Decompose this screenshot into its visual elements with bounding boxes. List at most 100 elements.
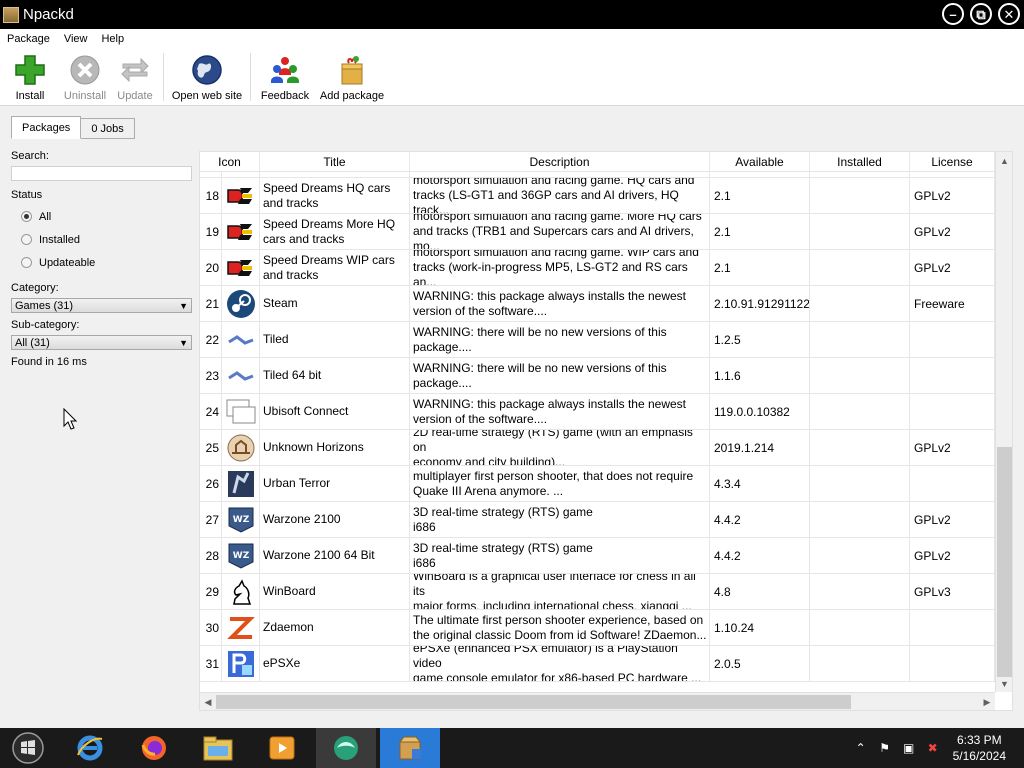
table-row[interactable]: 24 Ubisoft Connect WARNING: this package a…: [200, 394, 995, 430]
vertical-scrollbar[interactable]: ▲ ▼: [995, 152, 1012, 692]
installed-version: [810, 610, 910, 645]
clock[interactable]: 6:33 PM 5/16/2024: [953, 732, 1006, 764]
header-installed[interactable]: Installed: [810, 152, 910, 171]
table-row[interactable]: 18 Speed Dreams HQ cars and tracks motorsp…: [200, 178, 995, 214]
table-row[interactable]: 29 WinBoard WinBoard is a graphical user i…: [200, 574, 995, 610]
status-all-radio[interactable]: All: [11, 205, 192, 228]
table-row[interactable]: 26 Urban Terror multiplayer first person s…: [200, 466, 995, 502]
scroll-left-arrow-icon[interactable]: ◀: [200, 693, 216, 710]
license: [910, 358, 995, 393]
urban-terror-icon: [222, 466, 260, 501]
chevron-up-icon[interactable]: ⌃: [849, 741, 873, 755]
search-input[interactable]: [11, 166, 192, 181]
volume-muted-icon[interactable]: ✖: [921, 741, 945, 755]
warzone-icon: WZ: [222, 502, 260, 537]
scroll-down-arrow-icon[interactable]: ▼: [996, 675, 1012, 692]
file-explorer-icon[interactable]: [188, 728, 248, 768]
table-row[interactable]: 28 WZ Warzone 2100 64 Bit 3D real-time stra…: [200, 538, 995, 574]
radio-selected-icon: [21, 211, 32, 222]
installed-version: [810, 178, 910, 213]
package-icon: [335, 53, 369, 87]
header-available[interactable]: Available: [710, 152, 810, 171]
description-line-2: the original classic Doom from id Softwa…: [413, 627, 707, 642]
scroll-up-arrow-icon[interactable]: ▲: [996, 152, 1012, 169]
open-web-site-button[interactable]: Open web site: [167, 49, 247, 105]
media-player-icon[interactable]: [252, 728, 312, 768]
package-description: WARNING: there will be no new versions o…: [410, 322, 710, 357]
install-button[interactable]: Install: [0, 49, 60, 105]
table-row[interactable]: 27 WZ Warzone 2100 3D real-time strategy (R…: [200, 502, 995, 538]
scroll-right-arrow-icon[interactable]: ▶: [979, 693, 995, 710]
package-title: Zdaemon: [260, 610, 410, 645]
scroll-thumb[interactable]: [997, 447, 1012, 677]
unknown-horizons-icon: [222, 430, 260, 465]
update-button[interactable]: Update: [110, 49, 160, 105]
package-installer-icon[interactable]: [380, 728, 440, 768]
firefox-icon[interactable]: [124, 728, 184, 768]
table-row[interactable]: 20 Speed Dreams WIP cars and tracks motors…: [200, 250, 995, 286]
license: [910, 646, 995, 681]
network-icon[interactable]: ▣: [897, 741, 921, 755]
menu-package[interactable]: Package: [0, 33, 57, 45]
table-row[interactable]: 31 ePSXe ePSXe (enhanced PSX emulator) is …: [200, 646, 995, 682]
tab-jobs[interactable]: 0 Jobs: [81, 118, 135, 139]
available-version: 2.1: [710, 214, 810, 249]
tab-packages[interactable]: Packages: [11, 116, 82, 139]
table-row[interactable]: 19 Speed Dreams More HQ cars and tracks mo…: [200, 214, 995, 250]
category-value: Games (31): [15, 299, 74, 312]
row-number: 24: [200, 394, 222, 429]
minimize-button[interactable]: –: [942, 3, 964, 25]
description-line-2: version of the software....: [413, 303, 548, 318]
uninstall-button[interactable]: Uninstall: [60, 49, 110, 105]
available-version: 4.4.2: [710, 538, 810, 573]
menu-view[interactable]: View: [57, 33, 95, 45]
internet-explorer-icon[interactable]: [60, 728, 120, 768]
row-number: 21: [200, 286, 222, 321]
description-line-2: major forms, including international che…: [413, 599, 692, 609]
description-line-1: WinBoard is a graphical user interface f…: [413, 574, 696, 598]
header-description[interactable]: Description: [410, 152, 710, 171]
app-icon: [3, 6, 19, 23]
add-package-button[interactable]: Add package: [316, 49, 388, 105]
installed-version: [810, 250, 910, 285]
header-title[interactable]: Title: [260, 152, 410, 171]
hscroll-thumb[interactable]: [216, 695, 851, 709]
speed-dreams-icon: [222, 214, 260, 249]
start-button[interactable]: [0, 728, 56, 768]
table-row[interactable]: 21 Steam WARNING: this package always inst…: [200, 286, 995, 322]
installed-version: [810, 214, 910, 249]
header-license[interactable]: License: [910, 152, 995, 171]
feedback-button[interactable]: Feedback: [254, 49, 316, 105]
menu-help[interactable]: Help: [94, 33, 131, 45]
table-row[interactable]: 25 Unknown Horizons 2D real-time strategy …: [200, 430, 995, 466]
horizontal-scrollbar[interactable]: ◀ ▶: [200, 692, 995, 710]
row-number: 26: [200, 466, 222, 501]
row-number: 22: [200, 322, 222, 357]
description-line-1: WARNING: this package always installs th…: [413, 288, 686, 303]
radio-icon: [21, 234, 32, 245]
table-row[interactable]: 30 Zdaemon The ultimate first person shoot…: [200, 610, 995, 646]
status-updateable-radio[interactable]: Updateable: [11, 251, 192, 274]
row-number: 29: [200, 574, 222, 609]
category-select[interactable]: Games (31) ▼: [11, 298, 192, 313]
remove-icon: [68, 53, 102, 87]
status-installed-radio[interactable]: Installed: [11, 228, 192, 251]
subcategory-select[interactable]: All (31) ▼: [11, 335, 192, 350]
available-version: 2.10.91.91291122: [710, 286, 810, 321]
maximize-button[interactable]: ⧉: [970, 3, 992, 25]
mouse-cursor-icon: [63, 407, 78, 433]
speed-dreams-icon: [222, 178, 260, 213]
package-title: Tiled 64 bit: [260, 358, 410, 393]
feedback-label: Feedback: [260, 90, 310, 102]
header-icon[interactable]: Icon: [200, 152, 260, 171]
package-description: WARNING: this package always installs th…: [410, 286, 710, 321]
package-title: Unknown Horizons: [260, 430, 410, 465]
package-description: WARNING: there will be no new versions o…: [410, 358, 710, 393]
table-row[interactable]: 23 Tiled 64 bit WARNING: there will be no …: [200, 358, 995, 394]
available-version: 2.0.5: [710, 646, 810, 681]
flag-icon[interactable]: ⚑: [873, 741, 897, 755]
npackd-taskbar-icon[interactable]: [316, 728, 376, 768]
description-line-1: ePSXe (enhanced PSX emulator) is a PlayS…: [413, 646, 678, 670]
close-button[interactable]: ✕: [998, 3, 1020, 25]
table-row[interactable]: 22 Tiled WARNING: there will be no new ver…: [200, 322, 995, 358]
